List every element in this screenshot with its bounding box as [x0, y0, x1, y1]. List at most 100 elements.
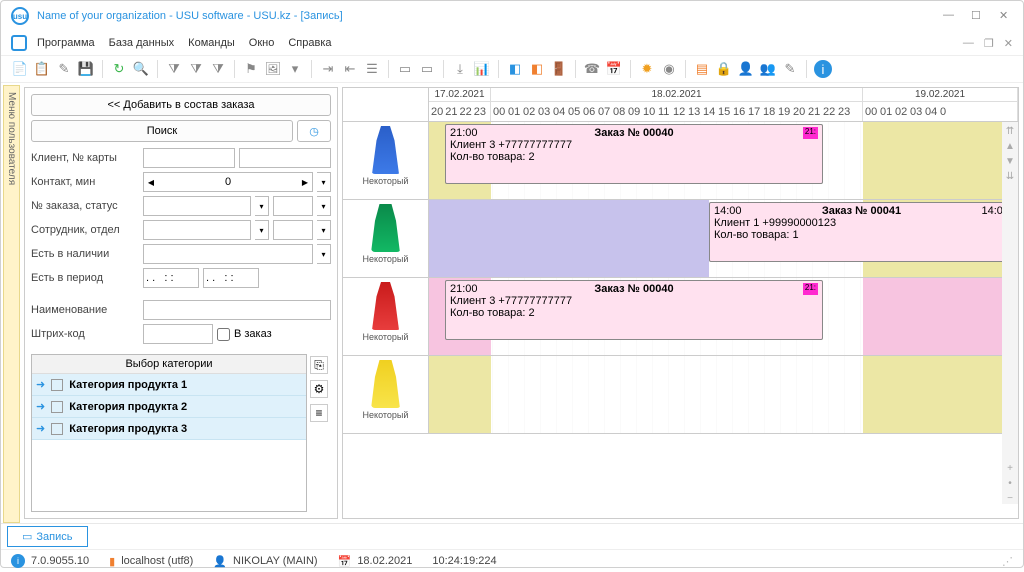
copy-cat-icon[interactable]: ⎘ — [310, 356, 328, 374]
tb-rss-icon[interactable]: ▤ — [693, 60, 711, 78]
tb-gear-icon[interactable]: ✹ — [638, 60, 656, 78]
clock-button[interactable]: ◷ — [297, 120, 331, 142]
spinner-left-icon[interactable]: ◀ — [144, 178, 158, 187]
settings-cat-icon[interactable]: ⚙ — [310, 380, 328, 398]
search-button[interactable]: Поиск — [31, 120, 293, 142]
mdi-minimize-icon[interactable]: — — [963, 37, 974, 50]
tb-chart-icon[interactable]: 📊 — [473, 60, 491, 78]
checkbox-icon[interactable] — [51, 401, 63, 413]
tb-phone-icon[interactable]: ☎ — [583, 60, 601, 78]
tb-exit-icon[interactable]: 🚪 — [550, 60, 568, 78]
date-header-2: 18.02.2021 — [491, 88, 862, 102]
tb-save-icon[interactable]: 💾 — [77, 60, 95, 78]
mdi-restore-icon[interactable]: ❐ — [984, 37, 994, 50]
contact-spinner[interactable]: ◀ 0 ▶ — [143, 172, 313, 192]
tb-copy-icon[interactable]: 📋 — [33, 60, 51, 78]
timeline-header: 17.02.2021 20212223 18.02.2021 000102030… — [343, 88, 1018, 122]
dept-input[interactable] — [273, 220, 313, 240]
tb-search-icon[interactable]: 🔍 — [132, 60, 150, 78]
track-2[interactable]: 14:0014:00 Заказ № 00041 Клиент 1 +99990… — [429, 200, 1018, 277]
tb-dropdown-icon[interactable]: ▾ — [286, 60, 304, 78]
zoom-dot-icon[interactable]: • — [1008, 478, 1012, 489]
tb-info-icon[interactable]: i — [814, 60, 832, 78]
vertical-scrollbar[interactable]: ⇈ ▲ ▼ ⇊ + • − — [1002, 122, 1018, 504]
checkbox-icon[interactable] — [51, 379, 63, 391]
employee-drop[interactable]: ▾ — [255, 220, 269, 240]
tb-indent-icon[interactable]: ⇥ — [319, 60, 337, 78]
mdi-close-icon[interactable]: ✕ — [1004, 37, 1013, 50]
zoom-in-icon[interactable]: + — [1007, 463, 1013, 474]
tb-outdent-icon[interactable]: ⇤ — [341, 60, 359, 78]
tb-lock-icon[interactable]: 🔒 — [715, 60, 733, 78]
tb-filter-icon[interactable]: ⧩ — [165, 60, 183, 78]
scroll-down-icon[interactable]: ▼ — [1005, 156, 1015, 167]
period-from-input[interactable] — [143, 268, 199, 288]
menu-database[interactable]: База данных — [109, 37, 175, 49]
resize-grip-icon[interactable]: ⋰ — [1002, 555, 1013, 568]
scroll-bottom-icon[interactable]: ⇊ — [1006, 171, 1014, 182]
tb-users-icon[interactable]: 👥 — [759, 60, 777, 78]
tb-list-icon[interactable]: ☰ — [363, 60, 381, 78]
client-input[interactable] — [143, 148, 235, 168]
tb-refresh-icon[interactable]: ↻ — [110, 60, 128, 78]
track-1[interactable]: 21:0021: Заказ № 00040 Клиент 3 +7777777… — [429, 122, 1018, 199]
order-drop[interactable]: ▾ — [255, 196, 269, 216]
tb-card2-icon[interactable]: ▭ — [418, 60, 436, 78]
hours-day3: 00010203040 — [863, 102, 1017, 121]
lane-name: Некоторый — [347, 332, 425, 342]
zoom-out-icon[interactable]: − — [1007, 493, 1013, 504]
tb-flag-icon[interactable]: ⚑ — [242, 60, 260, 78]
tb-edit-icon[interactable]: ✎ — [55, 60, 73, 78]
list-cat-icon[interactable]: ≡ — [310, 404, 328, 422]
order-card-3[interactable]: 21:0021: Заказ № 00040 Клиент 3 +7777777… — [445, 280, 823, 340]
order-card-2[interactable]: 14:0014:00 Заказ № 00041 Клиент 1 +99990… — [709, 202, 1014, 262]
period-to-input[interactable] — [203, 268, 259, 288]
tb-calendar-icon[interactable]: 📅 — [605, 60, 623, 78]
track-3[interactable]: 21:0021: Заказ № 00040 Клиент 3 +7777777… — [429, 278, 1018, 355]
tb-win-orange-icon[interactable]: ◧ — [528, 60, 546, 78]
spinner-right-icon[interactable]: ▶ — [298, 178, 312, 187]
to-order-checkbox[interactable] — [217, 328, 230, 341]
tb-filter2-icon[interactable]: ⧩ — [187, 60, 205, 78]
checkbox-icon[interactable] — [51, 423, 63, 435]
tb-image-icon[interactable]: 🖼 — [264, 60, 282, 78]
order-card-1[interactable]: 21:0021: Заказ № 00040 Клиент 3 +7777777… — [445, 124, 823, 184]
scroll-up-icon[interactable]: ▲ — [1005, 141, 1015, 152]
track-4[interactable] — [429, 356, 1018, 433]
tab-record[interactable]: ▭ Запись — [7, 526, 88, 547]
tb-new-icon[interactable]: 📄 — [11, 60, 29, 78]
order-input[interactable] — [143, 196, 251, 216]
tb-filter3-icon[interactable]: ⧩ — [209, 60, 227, 78]
minimize-icon[interactable]: — — [943, 9, 957, 23]
instock-input[interactable] — [143, 244, 313, 264]
dept-drop[interactable]: ▾ — [317, 220, 331, 240]
tb-win-blue-icon[interactable]: ◧ — [506, 60, 524, 78]
scroll-top-icon[interactable]: ⇈ — [1006, 126, 1014, 137]
menu-commands[interactable]: Команды — [188, 37, 235, 49]
card-input[interactable] — [239, 148, 331, 168]
add-to-order-button[interactable]: << Добавить в состав заказа — [31, 94, 331, 116]
instock-drop[interactable]: ▾ — [317, 244, 331, 264]
hours-day2: 0001020304050607080910111213141516171819… — [491, 102, 862, 121]
menu-window[interactable]: Окно — [249, 37, 275, 49]
status-input[interactable] — [273, 196, 313, 216]
menu-program[interactable]: Программа — [37, 37, 95, 49]
name-input[interactable] — [143, 300, 331, 320]
tb-card-icon[interactable]: ▭ — [396, 60, 414, 78]
user-menu-tab[interactable]: Меню пользователя — [3, 85, 20, 523]
status-drop[interactable]: ▾ — [317, 196, 331, 216]
category-row-1[interactable]: ➜ Категория продукта 1 — [32, 374, 306, 396]
barcode-input[interactable] — [143, 324, 213, 344]
tb-brush-icon[interactable]: ✎ — [781, 60, 799, 78]
category-row-2[interactable]: ➜ Категория продукта 2 — [32, 396, 306, 418]
tb-user-icon[interactable]: 👤 — [737, 60, 755, 78]
tb-export-icon[interactable]: ⤓ — [451, 60, 469, 78]
tb-color-icon[interactable]: ◉ — [660, 60, 678, 78]
card-end: 21: — [803, 127, 818, 139]
maximize-icon[interactable]: ☐ — [971, 9, 985, 23]
menu-help[interactable]: Справка — [288, 37, 331, 49]
employee-input[interactable] — [143, 220, 251, 240]
close-icon[interactable]: ✕ — [999, 9, 1013, 23]
category-row-3[interactable]: ➜ Категория продукта 3 — [32, 418, 306, 440]
contact-dropdown[interactable]: ▾ — [317, 172, 331, 192]
